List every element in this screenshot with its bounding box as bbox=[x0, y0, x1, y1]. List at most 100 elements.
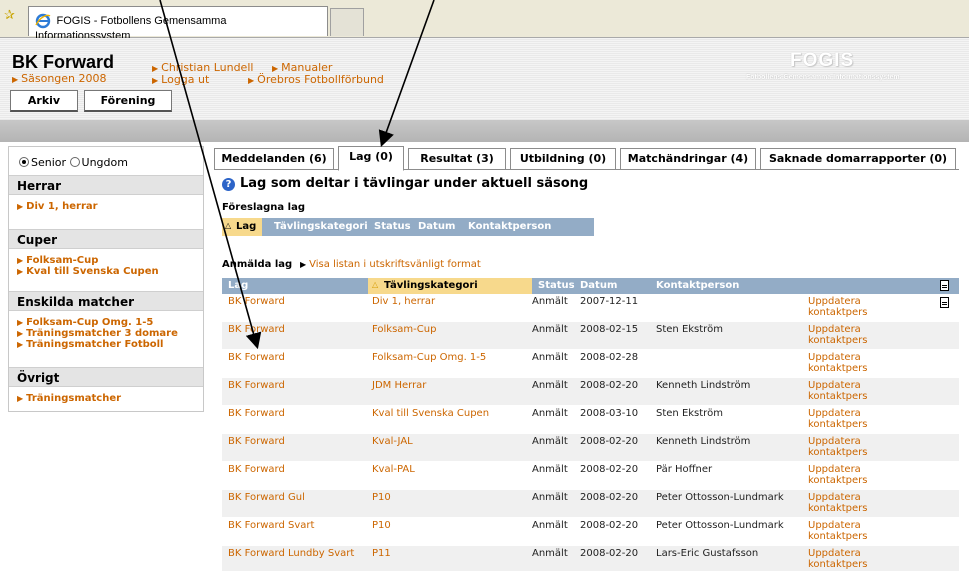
cell-kategori[interactable]: JDM Herrar bbox=[372, 380, 532, 391]
tab-matchandringar[interactable]: Matchändringar (4) bbox=[620, 148, 756, 170]
section-ovrigt-body: ▶ Träningsmatcher bbox=[9, 387, 203, 412]
cell-kategori[interactable]: Folksam-Cup Omg. 1-5 bbox=[372, 352, 532, 363]
triangle-bullet-icon: ▶ bbox=[248, 76, 255, 85]
sidebar-link[interactable]: ▶ Träningsmatcher bbox=[17, 393, 195, 404]
triangle-bullet-icon: ▶ bbox=[12, 75, 19, 84]
page-title: Lag som deltar i tävlingar under aktuell… bbox=[240, 176, 589, 191]
cell-lag[interactable]: BK Forward bbox=[228, 352, 366, 363]
update-contact-link[interactable]: Uppdatera kontaktpers bbox=[808, 352, 898, 374]
update-contact-link[interactable]: Uppdatera kontaktpers bbox=[808, 324, 898, 346]
col-lag[interactable]: Lag bbox=[228, 280, 248, 291]
nav-forening-button[interactable]: Förening bbox=[84, 90, 172, 112]
cell-kontakt: Kenneth Lindström bbox=[656, 380, 751, 391]
cell-lag[interactable]: BK Forward bbox=[228, 408, 366, 419]
cell-status: Anmält bbox=[532, 436, 568, 447]
col-lag[interactable]: Lag bbox=[236, 221, 256, 232]
update-contact-link[interactable]: Uppdatera kontaktpers bbox=[808, 520, 898, 542]
cell-lag[interactable]: BK Forward bbox=[228, 380, 366, 391]
sort-triangle-icon: △ bbox=[225, 221, 232, 230]
col-tavlingskategori[interactable]: Tävlingskategori bbox=[274, 221, 368, 232]
tab-saknade-domarrapporter[interactable]: Saknade domarrapporter (0) bbox=[760, 148, 956, 170]
cell-kategori[interactable]: Div 1, herrar bbox=[372, 296, 532, 307]
cell-kategori[interactable]: Kval till Svenska Cupen bbox=[372, 408, 532, 419]
col-kontaktperson[interactable]: Kontaktperson bbox=[656, 280, 739, 291]
sidebar-link[interactable]: ▶ Folksam-Cup bbox=[17, 255, 195, 266]
cell-lag[interactable]: BK Forward Svart bbox=[228, 520, 366, 531]
cell-datum: 2008-02-20 bbox=[580, 548, 639, 559]
tab-resultat[interactable]: Resultat (3) bbox=[408, 148, 506, 170]
cell-lag[interactable]: BK Forward bbox=[228, 464, 366, 475]
table-row: BK Forward Lundby Svart P11 Anmält 2008-… bbox=[222, 546, 959, 571]
triangle-bullet-icon: ▶ bbox=[300, 260, 307, 269]
tab-lag[interactable]: Lag (0) bbox=[338, 146, 404, 171]
help-icon[interactable]: ? bbox=[222, 178, 235, 191]
cell-kategori[interactable]: P10 bbox=[372, 520, 532, 531]
col-kontaktperson[interactable]: Kontaktperson bbox=[468, 221, 551, 232]
cell-kontakt: Kenneth Lindström bbox=[656, 436, 751, 447]
cell-datum: 2008-02-20 bbox=[580, 464, 639, 475]
update-contact-link[interactable]: Uppdatera kontaktpers bbox=[808, 436, 898, 458]
cell-status: Anmält bbox=[532, 408, 568, 419]
favorites-star-icon[interactable]: ✰ bbox=[4, 9, 18, 23]
radio-button-icon[interactable] bbox=[19, 157, 29, 167]
cell-kategori[interactable]: P10 bbox=[372, 492, 532, 503]
radio-senior[interactable]: Senior bbox=[19, 156, 66, 169]
browser-tab[interactable]: FOGIS - Fotbollens Gemensamma Informatio… bbox=[28, 6, 328, 42]
tab-utbildning[interactable]: Utbildning (0) bbox=[510, 148, 616, 170]
cell-lag[interactable]: BK Forward bbox=[228, 296, 366, 307]
triangle-bullet-icon: ▶ bbox=[272, 64, 279, 73]
sidebar-link[interactable]: ▶ Kval till Svenska Cupen bbox=[17, 266, 195, 277]
col-status[interactable]: Status bbox=[374, 221, 411, 232]
cell-kategori[interactable]: Kval-JAL bbox=[372, 436, 532, 447]
sidebar-link[interactable]: ▶ Folksam-Cup Omg. 1-5 bbox=[17, 317, 195, 328]
page-header: BK Forward ▶ Säsongen 2008 ▶ Christian Lun… bbox=[0, 38, 969, 120]
update-contact-link[interactable]: Uppdatera kontaktpers bbox=[808, 548, 898, 570]
update-contact-link[interactable]: Uppdatera kontaktpers bbox=[808, 380, 898, 402]
section-enskilda-matcher: Enskilda matcher bbox=[9, 291, 203, 311]
sidebar-link[interactable]: ▶ Träningsmatcher Fotboll bbox=[17, 339, 195, 350]
triangle-bullet-icon: ▶ bbox=[17, 202, 24, 211]
cell-lag[interactable]: BK Forward Lundby Svart bbox=[228, 548, 366, 559]
sidebar-link[interactable]: ▶ Div 1, herrar bbox=[17, 201, 195, 212]
triangle-bullet-icon: ▶ bbox=[17, 256, 24, 265]
cell-datum: 2008-02-20 bbox=[580, 492, 639, 503]
pdf-icon[interactable] bbox=[940, 297, 949, 308]
cell-lag[interactable]: BK Forward Gul bbox=[228, 492, 366, 503]
col-datum[interactable]: Datum bbox=[418, 221, 455, 232]
triangle-bullet-icon: ▶ bbox=[17, 329, 24, 338]
cell-kategori[interactable]: Kval-PAL bbox=[372, 464, 532, 475]
triangle-bullet-icon: ▶ bbox=[17, 394, 24, 403]
federation-link[interactable]: ▶ Örebros Fotbollförbund bbox=[248, 73, 384, 86]
cell-lag[interactable]: BK Forward bbox=[228, 324, 366, 335]
nav-arkiv-button[interactable]: Arkiv bbox=[10, 90, 78, 112]
radio-button-icon[interactable] bbox=[69, 157, 80, 167]
print-view-link[interactable]: ▶ Visa listan i utskriftsvänligt format bbox=[300, 259, 481, 270]
col-datum[interactable]: Datum bbox=[580, 280, 617, 291]
cell-datum: 2008-02-15 bbox=[580, 324, 639, 335]
update-contact-link[interactable]: Uppdatera kontaktpers bbox=[808, 408, 898, 430]
update-contact-link[interactable]: Uppdatera kontaktpers bbox=[808, 296, 898, 318]
update-contact-link[interactable]: Uppdatera kontaktpers bbox=[808, 492, 898, 514]
table-row: BK Forward Kval till Svenska Cupen Anmäl… bbox=[222, 406, 959, 434]
sidebar: Senior Ungdom Herrar ▶ Div 1, herrar Cupe… bbox=[8, 146, 204, 412]
browser-tab-strip: ✰ FOGIS - Fotbollens Gemensamma Informat… bbox=[0, 0, 969, 42]
tab-meddelanden[interactable]: Meddelanden (6) bbox=[214, 148, 334, 170]
cell-kategori[interactable]: P11 bbox=[372, 548, 532, 559]
cell-lag[interactable]: BK Forward bbox=[228, 436, 366, 447]
cell-datum: 2007-12-11 bbox=[580, 296, 639, 307]
triangle-bullet-icon: ▶ bbox=[17, 318, 24, 327]
col-tavlingskategori[interactable]: Tävlingskategori bbox=[384, 280, 478, 291]
content-tabs: Meddelanden (6) Lag (0) Resultat (3) Utb… bbox=[214, 146, 959, 171]
cell-kategori[interactable]: Folksam-Cup bbox=[372, 324, 532, 335]
logout-link[interactable]: ▶ Logga ut bbox=[152, 73, 209, 86]
cell-status: Anmält bbox=[532, 352, 568, 363]
cell-datum: 2008-02-20 bbox=[580, 380, 639, 391]
sidebar-link[interactable]: ▶ Träningsmatcher 3 domare bbox=[17, 328, 195, 339]
browser-new-tab[interactable] bbox=[330, 8, 364, 36]
pdf-icon[interactable] bbox=[940, 280, 949, 291]
cell-datum: 2008-02-20 bbox=[580, 436, 639, 447]
season-link[interactable]: ▶ Säsongen 2008 bbox=[12, 72, 107, 85]
radio-ungdom[interactable]: Ungdom bbox=[69, 156, 128, 169]
update-contact-link[interactable]: Uppdatera kontaktpers bbox=[808, 464, 898, 486]
col-status[interactable]: Status bbox=[538, 280, 575, 291]
